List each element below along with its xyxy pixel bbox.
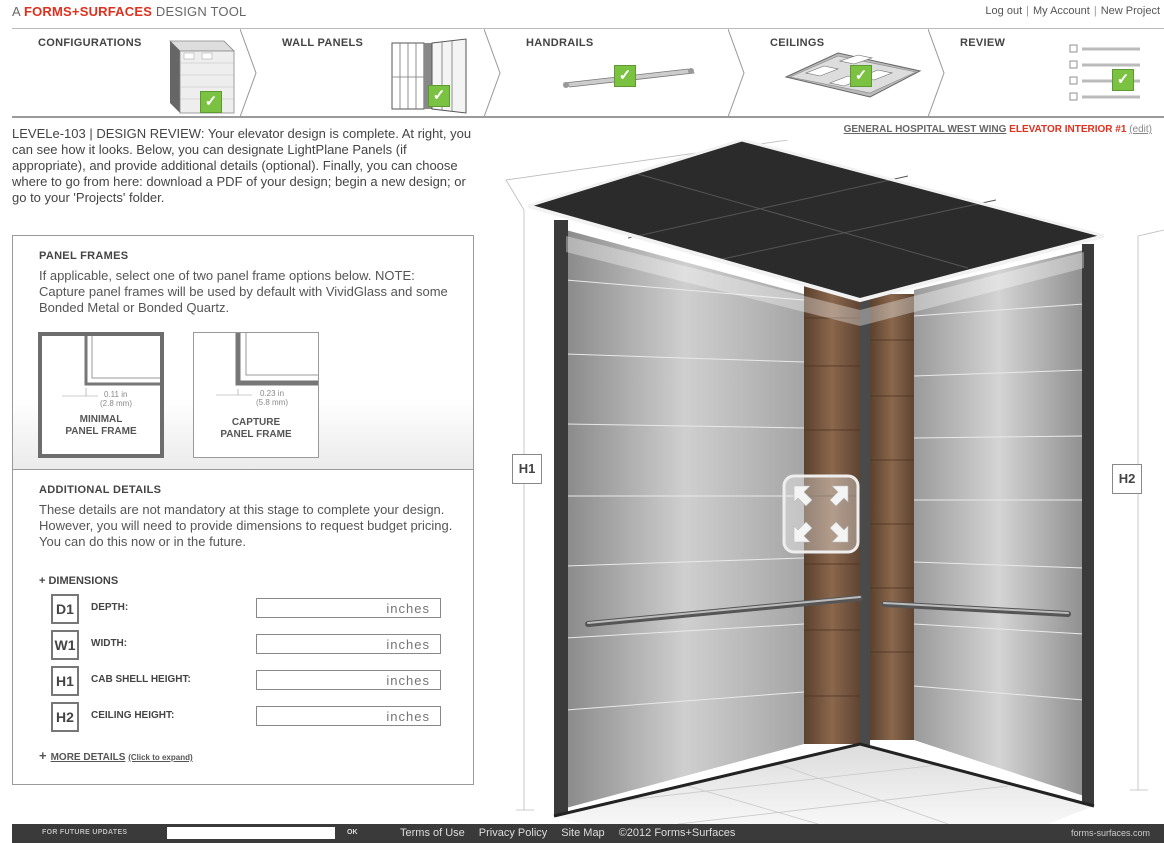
step-label: REVIEW (960, 37, 1006, 49)
step-configurations[interactable]: CONFIGURATIONS ✓ (12, 29, 242, 116)
email-updates-input[interactable] (167, 827, 335, 839)
dimension-label: CAB SHELL HEIGHT: (91, 674, 191, 685)
check-icon: ✓ (1112, 69, 1134, 91)
h2-marker: H2 (1112, 464, 1142, 494)
project-name[interactable]: GENERAL HOSPITAL WEST WING (844, 124, 1007, 135)
h1-marker: H1 (512, 454, 542, 484)
project-title: GENERAL HOSPITAL WEST WING ELEVATOR INTE… (844, 124, 1152, 135)
review-checklist-icon (1069, 44, 1140, 101)
future-updates-label: FOR FUTURE UPDATES (42, 829, 128, 836)
check-icon: ✓ (200, 91, 222, 113)
step-handrails[interactable]: HANDRAILS ✓ (500, 29, 730, 116)
step-wall-panels[interactable]: WALL PANELS ✓ (256, 29, 486, 116)
more-details-hint: (Click to expand) (128, 753, 193, 762)
step-label: WALL PANELS (282, 37, 364, 49)
dimension-code-badge: W1 (51, 630, 79, 660)
sitemap-link[interactable]: Site Map (561, 827, 604, 839)
capture-dim-in: 0.23 in (260, 389, 285, 398)
dimensions-toggle[interactable]: + DIMENSIONS (39, 575, 118, 587)
check-icon: ✓ (614, 65, 636, 87)
dimension-code-badge: H1 (51, 666, 79, 696)
brand-suffix: DESIGN TOOL (152, 4, 247, 19)
new-project-link[interactable]: New Project (1101, 5, 1160, 17)
panel-frames-title: PANEL FRAMES (39, 250, 129, 262)
panel-frames-text: If applicable, select one of two panel f… (39, 268, 448, 315)
interior-name: ELEVATOR INTERIOR #1 (1009, 124, 1127, 135)
privacy-link[interactable]: Privacy Policy (479, 827, 547, 839)
brand-prefix: A (12, 4, 24, 19)
more-details-toggle[interactable]: + MORE DETAILS (Click to expand) (39, 748, 193, 763)
cab-shell-height-input[interactable] (256, 670, 441, 690)
dimension-label: DEPTH: (91, 602, 129, 613)
capture-dim-mm: (5.8 mm) (256, 398, 288, 407)
minimal-dim-in: 0.11 in (104, 390, 128, 399)
top-bar: A FORMS+SURFACES DESIGN TOOL Log out | My … (0, 0, 1164, 20)
step-label: CONFIGURATIONS (38, 37, 142, 49)
minimal-dim-mm: (2.8 mm) (100, 399, 132, 408)
design-review-intro: LEVELe-103 | DESIGN REVIEW: Your elevato… (12, 126, 472, 205)
dimension-row-depth: D1 DEPTH: (51, 594, 451, 624)
footer: FOR FUTURE UPDATES OK Terms of Use Privac… (12, 824, 1164, 843)
minimal-name-1: MINIMAL (79, 414, 123, 425)
width-input[interactable] (256, 634, 441, 654)
dimension-code-badge: H2 (51, 702, 79, 732)
dimension-row-width: W1 WIDTH: (51, 630, 451, 660)
terms-link[interactable]: Terms of Use (400, 827, 465, 839)
elevator-interior-preview[interactable] (488, 140, 1164, 824)
panel-frames-section: PANEL FRAMES If applicable, select one o… (12, 235, 474, 470)
check-icon: ✓ (428, 85, 450, 107)
footer-links: Terms of Use Privacy Policy Site Map ©2012 … (400, 827, 749, 839)
dimension-label: WIDTH: (91, 638, 128, 649)
additional-details-section: ADDITIONAL DETAILS These details are not… (12, 470, 474, 785)
account-links: Log out | My Account | New Project (985, 5, 1160, 17)
dimension-row-ceiling-height: H2 CEILING HEIGHT: (51, 702, 451, 732)
my-account-link[interactable]: My Account (1033, 5, 1090, 17)
logout-link[interactable]: Log out (985, 5, 1022, 17)
minimal-name-2: PANEL FRAME (65, 426, 137, 437)
plus-icon: + (39, 748, 47, 763)
brand-logo[interactable]: A FORMS+SURFACES DESIGN TOOL (12, 4, 246, 19)
dimension-label: CEILING HEIGHT: (91, 710, 175, 721)
step-label: HANDRAILS (526, 37, 594, 49)
ok-button[interactable]: OK (347, 829, 358, 836)
capture-name-2: PANEL FRAME (220, 429, 292, 440)
more-details-link: MORE DETAILS (50, 752, 126, 763)
depth-input[interactable] (256, 598, 441, 618)
capture-name-1: CAPTURE (231, 417, 281, 428)
expand-view-icon[interactable] (782, 474, 860, 554)
site-domain[interactable]: forms-surfaces.com (1071, 828, 1150, 838)
copyright: ©2012 Forms+Surfaces (618, 827, 736, 839)
step-review[interactable]: REVIEW ✓ (936, 29, 1164, 116)
dimension-code-badge: D1 (51, 594, 79, 624)
minimal-panel-frame-option[interactable]: 0.11 in (2.8 mm) MINIMAL PANEL FRAME (38, 332, 164, 458)
capture-panel-frame-option[interactable]: 0.23 in (5.8 mm) CAPTURE PANEL FRAME (193, 332, 319, 458)
check-icon: ✓ (850, 65, 872, 87)
ceiling-height-input[interactable] (256, 706, 441, 726)
edit-project-link[interactable]: (edit) (1129, 124, 1152, 135)
step-navigation: CONFIGURATIONS ✓ WALL PANELS ✓ HANDRAILS… (12, 28, 1164, 118)
dimension-row-cab-shell-height: H1 CAB SHELL HEIGHT: (51, 666, 451, 696)
additional-details-title: ADDITIONAL DETAILS (39, 484, 162, 496)
brand-name: FORMS+SURFACES (23, 4, 153, 19)
additional-details-text: These details are not mandatory at this … (39, 502, 453, 549)
